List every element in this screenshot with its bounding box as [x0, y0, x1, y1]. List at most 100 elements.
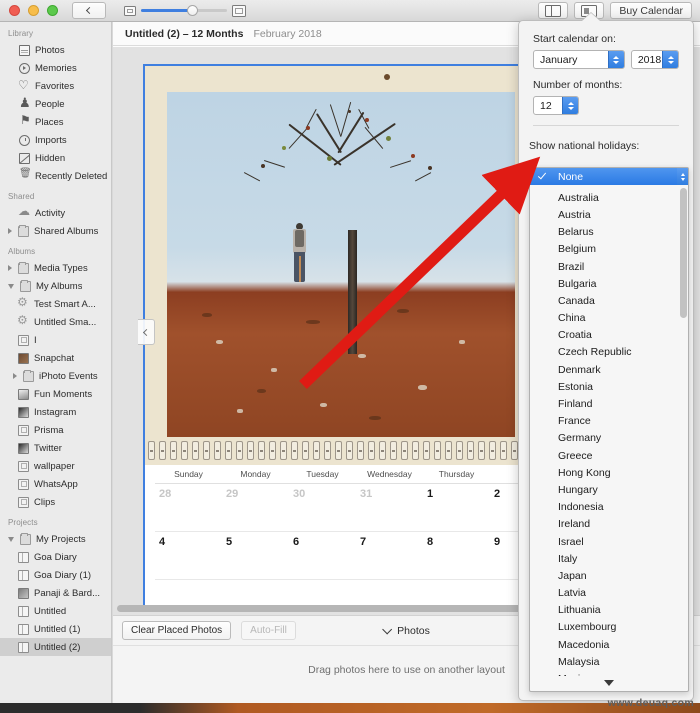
sidebar-item-photos[interactable]: Photos	[0, 41, 111, 59]
clear-placed-photos-button[interactable]: Clear Placed Photos	[122, 621, 232, 640]
dropdown-option-croatia[interactable]: Croatia	[530, 327, 688, 344]
calendar-cell[interactable]: 30	[289, 484, 356, 532]
calendar-cell[interactable]: 5	[222, 532, 289, 580]
sidebar-item-whatsapp[interactable]: WhatsApp	[0, 475, 111, 493]
sidebar-item-fun-moments[interactable]: Fun Moments	[0, 385, 111, 403]
calendar-settings-popover[interactable]: Start calendar on: January 2018 Number o…	[518, 13, 694, 701]
previous-page-button[interactable]	[138, 319, 155, 345]
calendar-cell[interactable]: 6	[289, 532, 356, 580]
sidebar[interactable]: Library Photos Memories Favorites People…	[0, 22, 112, 713]
dropdown-option-ireland[interactable]: Ireland	[530, 516, 688, 533]
stepper-arrows-icon[interactable]	[562, 97, 578, 114]
disclosure-triangle-open-icon[interactable]	[8, 536, 14, 542]
disclosure-triangle-icon[interactable]	[13, 373, 17, 379]
dropdown-option-czech-republic[interactable]: Czech Republic	[530, 344, 688, 361]
stepper-arrows-icon[interactable]	[677, 168, 688, 186]
dropdown-option-germany[interactable]: Germany	[530, 430, 688, 447]
start-month-select[interactable]: January	[533, 50, 625, 69]
sidebar-item-imports[interactable]: Imports	[0, 131, 111, 149]
disclosure-triangle-icon[interactable]	[8, 228, 12, 234]
calendar-cell[interactable]: 31	[356, 484, 423, 532]
dropdown-option-finland[interactable]: Finland	[530, 395, 688, 412]
dropdown-option-malaysia[interactable]: Malaysia	[530, 653, 688, 670]
sidebar-item-my-albums[interactable]: My Albums	[0, 277, 111, 295]
sidebar-item-clips[interactable]: Clips	[0, 493, 111, 511]
calendar-cell[interactable]: 29	[222, 484, 289, 532]
dropdown-option-luxembourg[interactable]: Luxembourg	[530, 619, 688, 636]
national-holidays-dropdown-list[interactable]: None Australia Austria Belarus Belgium Brazil…	[529, 167, 689, 692]
dropdown-option-japan[interactable]: Japan	[530, 567, 688, 584]
disclosure-triangle-open-icon[interactable]	[8, 283, 14, 289]
dropdown-option-canada[interactable]: Canada	[530, 292, 688, 309]
dropdown-option-hong-kong[interactable]: Hong Kong	[530, 464, 688, 481]
sidebar-item-panaji-bardez[interactable]: Panaji & Bard...	[0, 584, 111, 602]
sidebar-item-goa-diary[interactable]: Goa Diary	[0, 548, 111, 566]
calendar-cell[interactable]: 8	[423, 532, 490, 580]
calendar-cell[interactable]: 1	[423, 484, 490, 532]
zoom-slider-knob[interactable]	[187, 4, 199, 16]
sidebar-item-twitter[interactable]: Twitter	[0, 439, 111, 457]
sidebar-item-prisma[interactable]: Prisma	[0, 421, 111, 439]
dropdown-scroll-down-button[interactable]	[530, 676, 688, 690]
dropdown-option-none[interactable]: None	[530, 168, 688, 186]
dropdown-option-bulgaria[interactable]: Bulgaria	[530, 275, 688, 292]
zoom-button[interactable]	[47, 5, 58, 16]
dropdown-option-israel[interactable]: Israel	[530, 533, 688, 550]
dropdown-option-brazil[interactable]: Brazil	[530, 258, 688, 275]
buy-calendar-button[interactable]: Buy Calendar	[610, 2, 692, 19]
sidebar-item-people[interactable]: People	[0, 95, 111, 113]
dropdown-option-estonia[interactable]: Estonia	[530, 378, 688, 395]
calendar-cell[interactable]: 7	[356, 532, 423, 580]
dropdown-option-greece[interactable]: Greece	[530, 447, 688, 464]
stepper-arrows-icon[interactable]	[607, 51, 624, 68]
sidebar-item-my-projects[interactable]: My Projects	[0, 530, 111, 548]
sidebar-item-memories[interactable]: Memories	[0, 59, 111, 77]
dropdown-option-france[interactable]: France	[530, 413, 688, 430]
sidebar-item-recently-deleted[interactable]: Recently Deleted	[0, 167, 111, 185]
back-button[interactable]	[72, 2, 106, 19]
sidebar-item-untitled-1[interactable]: Untitled (1)	[0, 620, 111, 638]
start-year-stepper[interactable]: 2018	[630, 50, 679, 69]
dropdown-option-macedonia[interactable]: Macedonia	[530, 636, 688, 653]
disclosure-triangle-icon[interactable]	[8, 265, 12, 271]
calendar-cell[interactable]: 4	[155, 532, 222, 580]
sidebar-item-instagram[interactable]: Instagram	[0, 403, 111, 421]
sidebar-item-test-smart-album[interactable]: Test Smart A...	[0, 295, 111, 313]
sidebar-item-i[interactable]: I	[0, 331, 111, 349]
split-view-button[interactable]	[538, 2, 569, 19]
dropdown-option-belgium[interactable]: Belgium	[530, 241, 688, 258]
dropdown-scrollbar[interactable]	[680, 188, 687, 318]
auto-fill-button[interactable]: Auto-Fill	[241, 621, 296, 640]
sidebar-item-untitled-smart-album[interactable]: Untitled Sma...	[0, 313, 111, 331]
dropdown-option-austria[interactable]: Austria	[530, 206, 688, 223]
dropdown-option-denmark[interactable]: Denmark	[530, 361, 688, 378]
dropdown-option-lithuania[interactable]: Lithuania	[530, 602, 688, 619]
dropdown-option-latvia[interactable]: Latvia	[530, 585, 688, 602]
sidebar-item-untitled[interactable]: Untitled	[0, 602, 111, 620]
stepper-arrows-icon[interactable]	[662, 51, 678, 68]
sidebar-item-places[interactable]: Places	[0, 113, 111, 131]
number-of-months-stepper[interactable]: 12	[533, 96, 579, 115]
photos-tray-toggle[interactable]: Photos	[381, 624, 430, 637]
sidebar-item-shared-albums[interactable]: Shared Albums	[0, 222, 111, 240]
sidebar-item-hidden[interactable]: Hidden	[0, 149, 111, 167]
sidebar-item-iphoto-events[interactable]: iPhoto Events	[0, 367, 111, 385]
sidebar-item-untitled-2[interactable]: Untitled (2)	[0, 638, 111, 656]
dropdown-option-china[interactable]: China	[530, 310, 688, 327]
minimize-button[interactable]	[28, 5, 39, 16]
dropdown-option-indonesia[interactable]: Indonesia	[530, 499, 688, 516]
sidebar-item-activity[interactable]: Activity	[0, 204, 111, 222]
zoom-slider-track[interactable]	[141, 4, 227, 16]
calendar-photo[interactable]	[167, 92, 515, 437]
sidebar-item-media-types[interactable]: Media Types	[0, 259, 111, 277]
sidebar-item-wallpaper[interactable]: wallpaper	[0, 457, 111, 475]
dropdown-option-hungary[interactable]: Hungary	[530, 481, 688, 498]
zoom-slider[interactable]	[124, 4, 246, 17]
calendar-cell[interactable]: 28	[155, 484, 222, 532]
dropdown-option-italy[interactable]: Italy	[530, 550, 688, 567]
sidebar-item-snapchat[interactable]: Snapchat	[0, 349, 111, 367]
close-button[interactable]	[9, 5, 20, 16]
dropdown-option-australia[interactable]: Australia	[530, 189, 688, 206]
dropdown-option-belarus[interactable]: Belarus	[530, 224, 688, 241]
sidebar-item-goa-diary-1[interactable]: Goa Diary (1)	[0, 566, 111, 584]
